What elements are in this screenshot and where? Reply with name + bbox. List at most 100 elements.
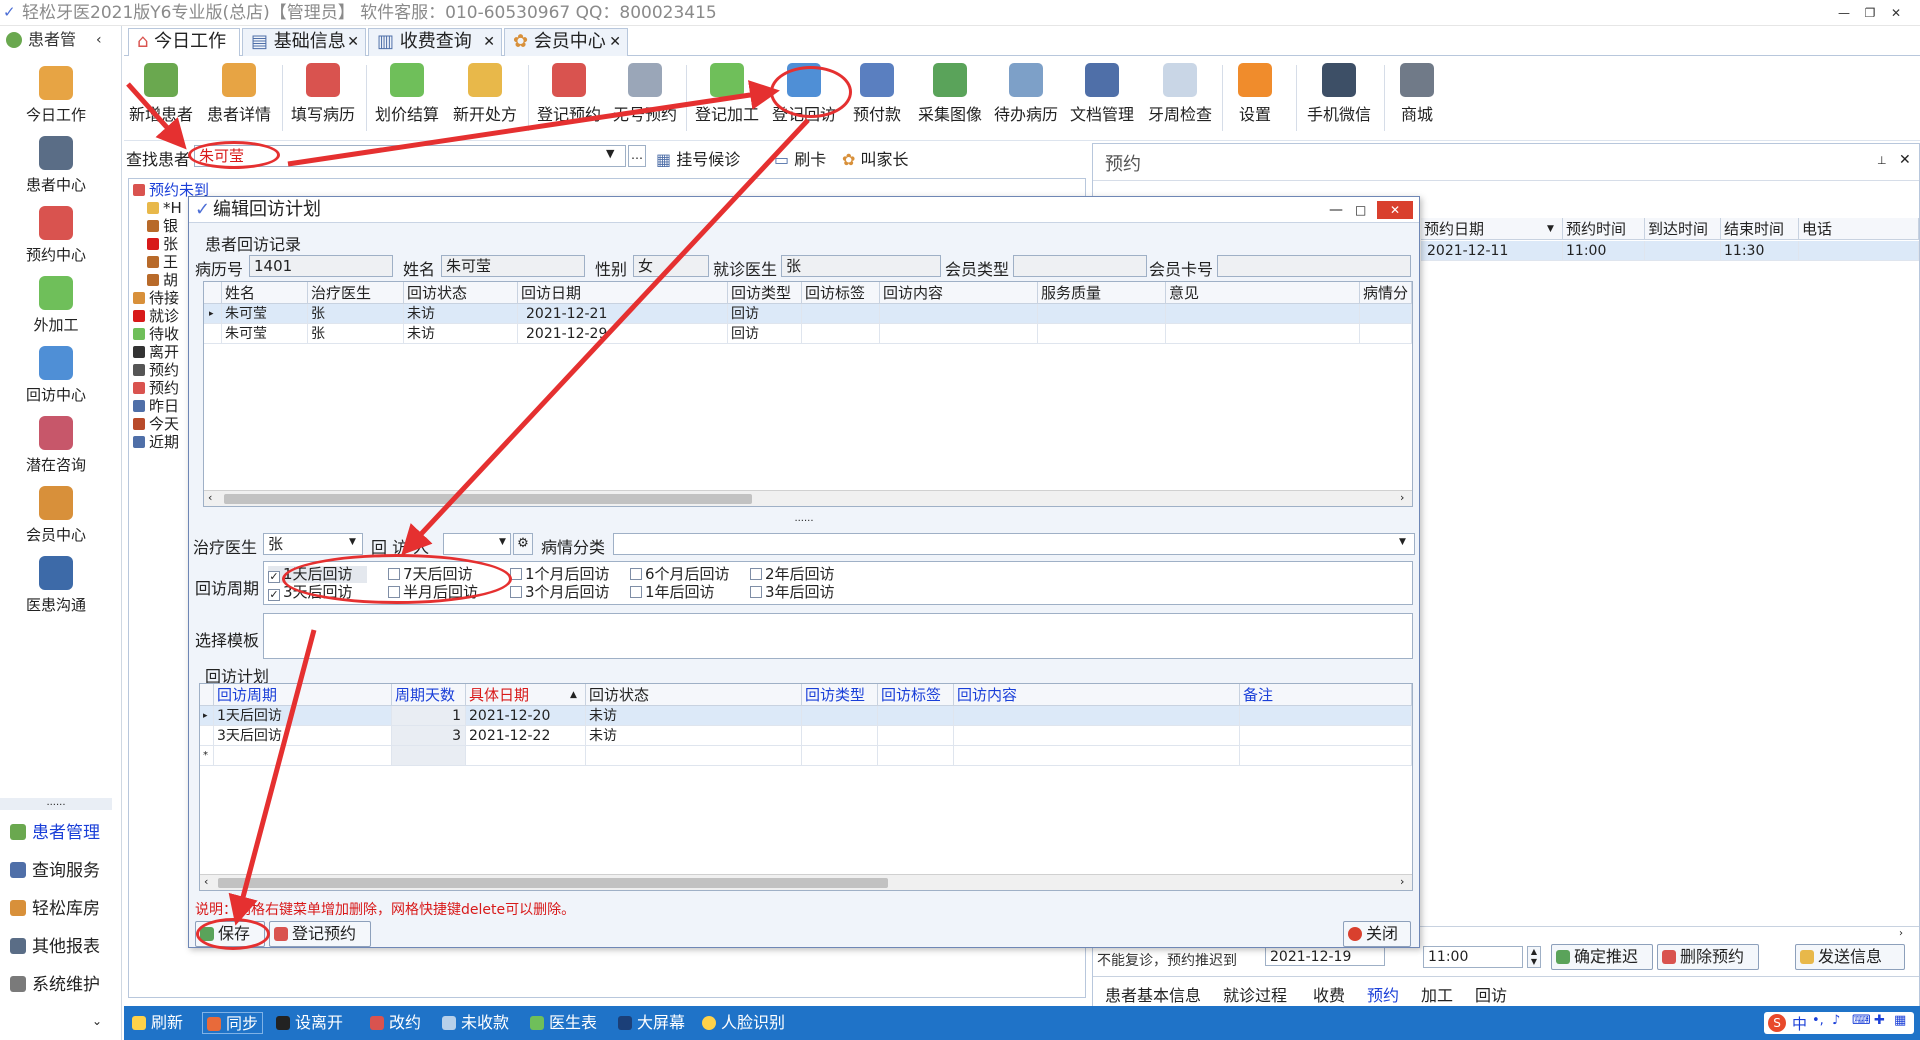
checkbox[interactable]: ✓ <box>268 589 280 601</box>
close-tab-icon[interactable]: ✕ <box>347 29 359 55</box>
gear-icon[interactable]: ⚙ <box>513 533 533 555</box>
send-message-button[interactable]: 发送信息 <box>1795 944 1905 970</box>
column-header[interactable]: 预约日期 <box>1421 218 1563 240</box>
tab-appointment[interactable]: 预约 <box>1367 982 1399 1006</box>
tab-treatment-process[interactable]: 就诊过程 <box>1223 982 1287 1006</box>
tree-item[interactable]: 今天 <box>133 415 179 433</box>
tab-basic-info[interactable]: ▤ 基础信息 ✕ <box>242 28 366 56</box>
close-dialog-button[interactable]: 关闭 <box>1343 921 1411 947</box>
tab-followup[interactable]: 回访 <box>1475 982 1507 1006</box>
column-header[interactable]: 回访日期 <box>518 282 728 304</box>
column-header[interactable]: 回访标签 <box>878 684 954 706</box>
tree-item[interactable]: *H <box>147 199 182 217</box>
column-header[interactable]: 回访内容 <box>954 684 1240 706</box>
new-row[interactable]: * <box>200 746 1412 766</box>
close-tab-icon[interactable]: ✕ <box>483 29 495 55</box>
no-number-appointment-button[interactable]: 无号预约 <box>610 63 680 133</box>
column-header[interactable]: 备注 <box>1240 684 1412 706</box>
pin-icon[interactable]: ⊥ <box>1877 154 1887 167</box>
table-row[interactable]: ▸ 朱可莹 张 未访 2021-12-21 回访 <box>204 304 1412 324</box>
sidebar-splitter[interactable]: ...... <box>0 798 112 810</box>
period-option[interactable]: 3年后回访 <box>750 584 835 601</box>
tree-item[interactable]: 预约 <box>133 379 179 397</box>
delete-appointment-button[interactable]: 删除预约 <box>1657 944 1759 970</box>
checkbox[interactable]: ✓ <box>268 571 280 583</box>
minimize-button[interactable]: — <box>1834 4 1854 22</box>
queue-waiting-link[interactable]: ▦ 挂号候诊 <box>656 146 740 170</box>
refresh-button[interactable]: 刷新 <box>132 1012 183 1034</box>
column-header[interactable]: 回访标签 <box>802 282 880 304</box>
tree-item[interactable]: 待收 <box>133 325 179 343</box>
dialog-minimize-button[interactable]: — <box>1329 197 1343 223</box>
tree-item[interactable]: 昨日 <box>133 397 179 415</box>
period-option[interactable]: 2年后回访 <box>750 566 835 583</box>
tab-today-work[interactable]: ⌂ 今日工作 <box>128 28 240 56</box>
big-screen-button[interactable]: 大屏幕 <box>618 1012 685 1034</box>
mall-button[interactable]: 商城 <box>1390 63 1444 133</box>
column-header[interactable]: 到达时间 <box>1645 218 1721 240</box>
confirm-postpone-button[interactable]: 确定推迟 <box>1551 944 1653 970</box>
tab-processing[interactable]: 加工 <box>1421 982 1453 1006</box>
column-header[interactable]: 电话 <box>1799 218 1919 240</box>
tab-charges[interactable]: 收费 <box>1313 982 1345 1006</box>
column-header[interactable]: 回访类型 <box>802 684 878 706</box>
fill-medical-record-button[interactable]: 填写病历 <box>288 63 358 133</box>
tree-item[interactable]: 张 <box>147 235 178 253</box>
treatment-doctor-select[interactable]: 张 <box>263 533 363 555</box>
sidebar-bottom-warehouse[interactable]: 轻松库房 <box>10 898 100 920</box>
more-button[interactable]: … <box>628 145 646 167</box>
tree-item[interactable]: 就诊 <box>133 307 179 325</box>
scroll-right-icon[interactable]: › <box>1899 928 1903 939</box>
column-header[interactable]: 回访状态 <box>404 282 518 304</box>
period-option[interactable]: 3个月后回访 <box>510 584 610 601</box>
table-row[interactable]: 朱可莹 张 未访 2021-12-29 回访 <box>204 324 1412 344</box>
register-appointment-button[interactable]: 登记预约 <box>534 63 604 133</box>
sidebar-item-followup-center[interactable]: 回访中心 <box>0 346 112 405</box>
add-patient-button[interactable]: 新增患者 <box>128 63 194 133</box>
pending-records-button[interactable]: 待办病历 <box>990 63 1062 133</box>
column-header[interactable]: 预约时间 <box>1563 218 1645 240</box>
tab-patient-basic-info[interactable]: 患者基本信息 <box>1105 982 1201 1006</box>
swipe-card-link[interactable]: ▭ 刷卡 <box>774 146 826 170</box>
followup-records-grid[interactable]: 姓名 治疗医生 回访状态 回访日期 回访类型 回访标签 回访内容 服务质量 意见… <box>203 281 1413 507</box>
tree-item[interactable]: 离开 <box>133 343 179 361</box>
column-header[interactable]: 回访状态 <box>586 684 802 706</box>
column-header[interactable]: 回访周期 <box>214 684 392 706</box>
checkbox[interactable] <box>750 586 762 598</box>
tree-item[interactable]: 近期 <box>133 433 179 451</box>
table-cell[interactable]: 2021-12-22 <box>466 726 586 746</box>
ime-mode[interactable]: 中 <box>1792 1013 1807 1034</box>
scrollbar-thumb[interactable] <box>218 878 888 888</box>
sidebar-bottom-other-reports[interactable]: 其他报表 <box>10 936 100 958</box>
sidebar-item-potential-consult[interactable]: 潜在咨询 <box>0 416 112 475</box>
shirt-icon[interactable]: ✚ <box>1874 1013 1885 1028</box>
checkbox[interactable] <box>510 586 522 598</box>
column-header[interactable]: 结束时间 <box>1721 218 1799 240</box>
periodontal-exam-button[interactable]: 牙周检查 <box>1144 63 1216 133</box>
scrollbar-thumb[interactable] <box>224 494 752 504</box>
period-option[interactable]: 6个月后回访 <box>630 566 730 583</box>
scroll-right-icon[interactable]: › <box>1400 875 1404 888</box>
chevron-down-icon[interactable]: ▼ <box>349 537 356 547</box>
sidebar-item-member-center[interactable]: 会员中心 <box>0 486 112 545</box>
column-header[interactable]: 病情分 <box>1360 282 1412 304</box>
checkbox[interactable] <box>630 568 642 580</box>
period-option[interactable]: 1个月后回访 <box>510 566 610 583</box>
tree-item[interactable]: 银 <box>147 217 178 235</box>
column-header[interactable]: 周期天数 <box>392 684 466 706</box>
sidebar-bottom-system-maintenance[interactable]: 系统维护 <box>10 974 100 996</box>
period-option[interactable]: 1年后回访 <box>630 584 715 601</box>
chevron-down-icon[interactable]: ▼ <box>606 147 614 160</box>
punctuation-icon[interactable]: •, <box>1812 1013 1824 1028</box>
tab-member-center[interactable]: ✿ 会员中心 ✕ <box>504 28 628 56</box>
scroll-right-icon[interactable]: › <box>1400 491 1404 504</box>
tree-item[interactable]: 王 <box>147 253 178 271</box>
sync-button[interactable]: 同步 <box>202 1012 264 1034</box>
tree-item[interactable]: 待接 <box>133 289 179 307</box>
patient-details-button[interactable]: 患者详情 <box>204 63 274 133</box>
horizontal-scrollbar[interactable]: ‹ › <box>204 490 1412 506</box>
checkbox[interactable] <box>750 568 762 580</box>
reschedule-button[interactable]: 改约 <box>370 1012 421 1034</box>
tab-charge-query[interactable]: ▥ 收费查询 ✕ <box>368 28 502 56</box>
close-panel-icon[interactable]: ✕ <box>1899 152 1911 168</box>
